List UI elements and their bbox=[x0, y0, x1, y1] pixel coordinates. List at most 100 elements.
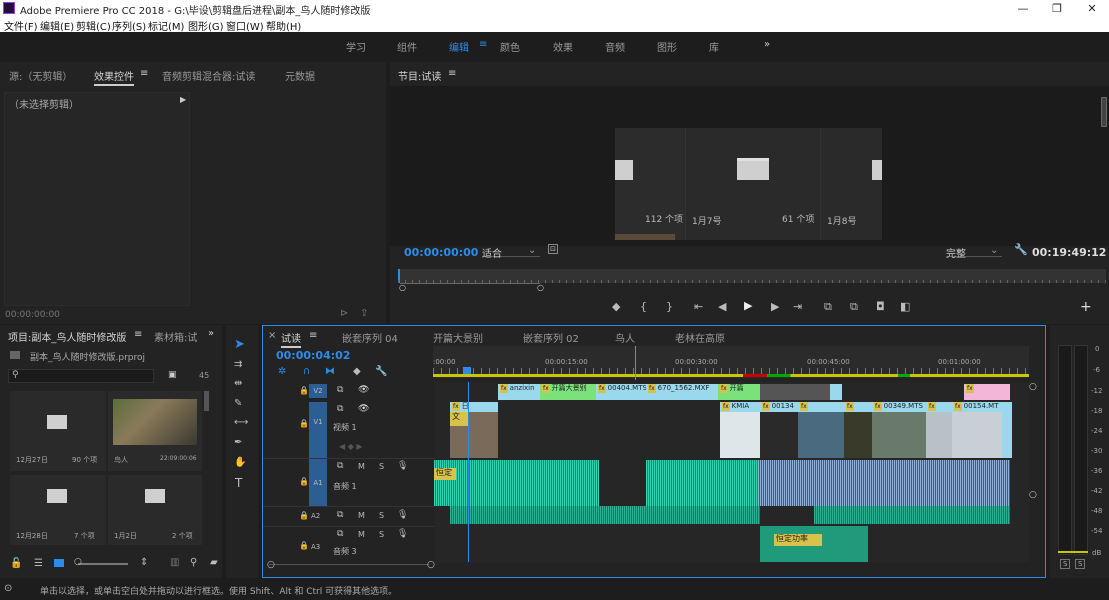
eye-icon[interactable]: 👁 bbox=[358, 385, 369, 395]
slider-handle[interactable]: ○ bbox=[74, 557, 82, 567]
workspace-assembly[interactable]: 组件 bbox=[397, 39, 417, 54]
quality-dropdown[interactable]: 完整 ⌄ bbox=[946, 245, 1002, 260]
menu-help[interactable]: 帮助(H) bbox=[266, 18, 301, 33]
tab-sequence-shidu[interactable]: 试读 bbox=[281, 330, 301, 348]
lock-icon[interactable]: 🔒 bbox=[299, 511, 309, 520]
track-target-a1[interactable]: A1 bbox=[309, 459, 327, 507]
icon-view-icon[interactable] bbox=[54, 559, 64, 567]
tab-project[interactable]: 项目:副本_鸟人随时修改版 bbox=[8, 329, 126, 345]
horizontal-scrollbar[interactable] bbox=[269, 564, 429, 565]
slip-tool-icon[interactable]: ⟷ bbox=[234, 417, 248, 428]
tab-program[interactable]: 节目:试读 bbox=[398, 68, 441, 84]
scrollbar[interactable] bbox=[1101, 97, 1107, 127]
bin-item[interactable]: 12月27日 90 个项 bbox=[10, 391, 106, 471]
mark-in-icon[interactable]: { bbox=[640, 300, 647, 313]
extract-icon[interactable]: ⧉ bbox=[850, 300, 858, 314]
vertical-scroll-handle[interactable]: ○ bbox=[1029, 382, 1037, 392]
tab-audio-clip-mixer[interactable]: 音频剪辑混合器:试读 bbox=[162, 68, 255, 83]
step-forward-icon[interactable]: ▶ bbox=[771, 300, 779, 313]
tab-metadata[interactable]: 元数据 bbox=[285, 68, 315, 83]
minimize-button[interactable]: — bbox=[1006, 0, 1040, 17]
timeline-menu-icon[interactable]: ≡ bbox=[309, 330, 317, 341]
mute-button[interactable]: M bbox=[358, 530, 365, 539]
solo-button[interactable]: S bbox=[379, 462, 384, 471]
clip[interactable]: fx 00404.MTS bbox=[596, 384, 646, 400]
clip[interactable]: fx 开篇 bbox=[718, 384, 760, 400]
clip[interactable] bbox=[760, 384, 830, 400]
out-point-handle[interactable]: ○ bbox=[537, 283, 544, 292]
audio-clip[interactable] bbox=[814, 506, 1010, 524]
lock-icon[interactable]: 🔒 bbox=[299, 541, 309, 550]
tab-kaipian[interactable]: 开篇大景别 bbox=[433, 330, 483, 345]
timeline-settings-icon[interactable]: 🔧 bbox=[375, 366, 387, 377]
new-bin-folder-icon[interactable]: ▰ bbox=[210, 557, 218, 568]
menu-clip[interactable]: 剪辑(C) bbox=[76, 18, 111, 33]
solo-right-button[interactable]: S bbox=[1075, 559, 1086, 569]
bin-item[interactable]: 鸟人 22:09:00:06 bbox=[108, 391, 202, 471]
ripple-edit-icon[interactable]: ⇹ bbox=[234, 378, 242, 389]
track-target-v1[interactable]: V1 bbox=[309, 402, 327, 458]
marker-icon[interactable]: ◆ bbox=[612, 300, 620, 313]
workspace-color[interactable]: 颜色 bbox=[500, 39, 520, 54]
toggle-sync-icon[interactable]: ⧉ bbox=[337, 529, 343, 539]
bin-item[interactable]: 12月28日 7 个项 bbox=[10, 475, 106, 545]
clip[interactable]: fx 670_1562.MXF bbox=[646, 384, 718, 400]
audio-clip[interactable] bbox=[434, 460, 599, 506]
toggle-sync-icon[interactable]: ⧉ bbox=[337, 385, 343, 395]
tab-effect-controls[interactable]: 效果控件 bbox=[94, 68, 134, 86]
close-tab-icon[interactable]: × bbox=[268, 330, 276, 341]
filter-icon[interactable]: ⊳ bbox=[340, 308, 348, 319]
microphone-icon[interactable]: 🎙 bbox=[397, 510, 408, 520]
maximize-button[interactable]: ❐ bbox=[1040, 0, 1074, 17]
selection-tool-icon[interactable]: ➤ bbox=[234, 337, 245, 352]
solo-button[interactable]: S bbox=[379, 530, 384, 539]
scrollbar[interactable] bbox=[204, 391, 209, 411]
razor-icon[interactable]: ✎ bbox=[234, 398, 242, 409]
expand-triangle-icon[interactable]: ▶ bbox=[180, 95, 186, 104]
tab-laolin[interactable]: 老林在高原 bbox=[675, 330, 725, 345]
settings-icon[interactable]: ⊡ bbox=[548, 244, 558, 254]
track-target-a3[interactable]: A3 bbox=[311, 543, 320, 551]
solo-left-button[interactable]: S bbox=[1060, 559, 1071, 569]
microphone-icon[interactable]: 🎙 bbox=[397, 461, 408, 471]
toggle-sync-icon[interactable]: ⧉ bbox=[337, 510, 343, 520]
workspace-learn[interactable]: 学习 bbox=[346, 39, 366, 54]
toggle-sync-icon[interactable]: ⧉ bbox=[337, 461, 343, 471]
zoom-slider[interactable] bbox=[78, 563, 128, 565]
track-select-icon[interactable]: ⇉ bbox=[234, 359, 242, 370]
mute-button[interactable]: M bbox=[358, 462, 365, 471]
tab-nested-04[interactable]: 嵌套序列 04 bbox=[342, 330, 398, 345]
add-marker-icon[interactable]: ◆ bbox=[353, 366, 361, 377]
more-workspaces-icon[interactable]: » bbox=[764, 39, 770, 50]
sort-icon[interactable]: ⇕ bbox=[140, 557, 148, 568]
add-button-icon[interactable]: + bbox=[1080, 299, 1092, 315]
workspace-editing[interactable]: 编辑 bbox=[449, 39, 469, 54]
program-scrubber[interactable] bbox=[398, 269, 1106, 283]
menu-graphics[interactable]: 图形(G) bbox=[188, 18, 224, 33]
microphone-icon[interactable]: 🎙 bbox=[397, 529, 408, 539]
toggle-sync-icon[interactable]: ⧉ bbox=[337, 404, 343, 414]
list-view-icon[interactable]: ☰ bbox=[34, 558, 43, 569]
eye-icon[interactable]: 👁 bbox=[358, 404, 369, 414]
lift-icon[interactable]: ⧉ bbox=[824, 300, 832, 314]
clip[interactable]: fx 00154.MT bbox=[952, 402, 1002, 458]
workspace-audio[interactable]: 音频 bbox=[605, 39, 625, 54]
clip[interactable]: fx bbox=[964, 384, 1010, 400]
timeline-timecode[interactable]: 00:00:04:02 bbox=[276, 349, 350, 362]
find-icon[interactable]: ⚲ bbox=[190, 557, 197, 568]
workspace-menu-icon[interactable]: ≡ bbox=[479, 39, 487, 50]
lock-icon[interactable]: 🔒 bbox=[299, 419, 309, 428]
compare-icon[interactable]: ◧ bbox=[900, 300, 910, 313]
tab-source[interactable]: 源:（无剪辑） bbox=[9, 68, 72, 83]
export-icon[interactable]: ⇪ bbox=[360, 308, 368, 319]
camera-icon[interactable]: ◘ bbox=[876, 300, 885, 313]
clip[interactable]: fx anzixin bbox=[498, 384, 540, 400]
mute-button[interactable]: M bbox=[358, 511, 365, 520]
track-target-a2[interactable]: A2 bbox=[311, 512, 320, 520]
clip[interactable] bbox=[830, 384, 842, 400]
program-menu-icon[interactable]: ≡ bbox=[448, 68, 456, 79]
clip[interactable]: fx 开篇大景别 bbox=[540, 384, 596, 400]
automate-icon[interactable]: ▥ bbox=[170, 557, 179, 568]
audio-clip[interactable] bbox=[758, 460, 1010, 506]
lock-icon[interactable]: 🔓 bbox=[10, 558, 22, 569]
